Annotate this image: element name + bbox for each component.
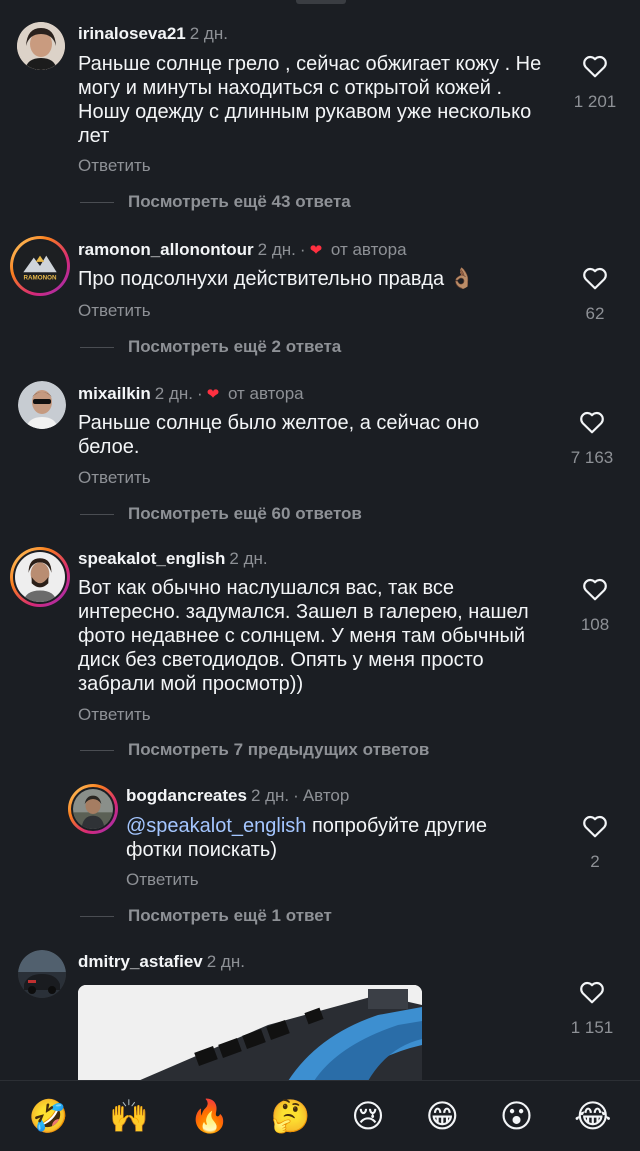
avatar-image — [15, 552, 65, 602]
like-area: 1 151 — [562, 980, 622, 1038]
like-count: 7 163 — [570, 448, 614, 467]
divider-line — [80, 201, 114, 203]
divider-line — [80, 915, 114, 917]
avatar[interactable] — [18, 950, 66, 998]
like-count: 108 — [580, 615, 610, 634]
reply-button[interactable]: Ответить — [126, 870, 199, 890]
username[interactable]: dmitry_astafiev — [78, 952, 203, 971]
heart-icon[interactable] — [579, 410, 605, 434]
reply-button[interactable]: Ответить — [78, 301, 151, 321]
like-area: 1 201 — [568, 54, 622, 112]
like-area: 108 — [568, 577, 622, 635]
fire-emoji-button[interactable]: 🔥 — [190, 1100, 230, 1132]
divider-line — [80, 513, 114, 515]
view-more-label: Посмотреть ещё 43 ответа — [128, 192, 351, 211]
reply-button[interactable]: Ответить — [78, 156, 151, 176]
avatar-image: RAMONON — [15, 241, 65, 291]
view-more-replies[interactable]: Посмотреть ещё 2 ответа — [80, 337, 341, 357]
view-more-replies[interactable]: Посмотреть ещё 60 ответов — [80, 504, 362, 524]
timestamp: 2 дн. — [206, 952, 245, 971]
like-count: 62 — [585, 304, 605, 323]
reply-button[interactable]: Ответить — [78, 705, 151, 725]
sheet-handle[interactable] — [296, 0, 346, 4]
tears-of-joy-emoji-button[interactable]: 😂 — [574, 1100, 611, 1132]
attached-photo[interactable] — [78, 985, 422, 1081]
avatar-image — [73, 789, 113, 829]
username[interactable]: mixailkin — [78, 384, 151, 403]
username[interactable]: speakalot_english — [78, 549, 225, 568]
reply-button[interactable]: Ответить — [78, 468, 151, 488]
thinking-emoji-button[interactable]: 🤔 — [271, 1100, 311, 1132]
emoji-reaction-bar: 🤣 🙌 🔥 🤔 😢 😁 😮 😂 — [0, 1080, 640, 1151]
username[interactable]: bogdancreates — [126, 786, 247, 805]
raised-hands-emoji-button[interactable]: 🙌 — [109, 1100, 149, 1132]
avatar-image — [17, 22, 65, 70]
timestamp: 2 дн. — [154, 384, 193, 403]
view-more-label: Посмотреть ещё 60 ответов — [128, 504, 362, 523]
divider-line — [80, 346, 114, 348]
like-area: 62 — [568, 266, 622, 324]
comment-text: Раньше солнце грело , сейчас обжигает ко… — [78, 53, 542, 147]
author-tag: Автор — [302, 786, 350, 805]
rolling-laughing-emoji-button[interactable]: 🤣 — [28, 1100, 68, 1132]
like-count: 2 — [590, 852, 600, 871]
heart-icon[interactable] — [582, 577, 608, 601]
view-more-replies[interactable]: Посмотреть ещё 43 ответа — [80, 192, 351, 212]
grinning-emoji-button[interactable]: 😁 — [426, 1100, 459, 1132]
router-photo — [78, 985, 422, 1081]
heart-icon[interactable] — [582, 266, 608, 290]
comment-text: Про подсолнухи действительно правда 👌🏽 — [78, 268, 475, 290]
like-area: 7 163 — [562, 410, 622, 468]
heart-icon[interactable] — [582, 814, 608, 838]
comment-text: Раньше солнце было желтое, а сейчас оно … — [78, 412, 480, 458]
heart-icon[interactable] — [582, 54, 608, 78]
author-like-heart-icon: ❤ — [309, 242, 323, 259]
avatar[interactable] — [68, 784, 118, 834]
view-previous-label: Посмотреть 7 предыдущих ответов — [128, 740, 430, 759]
username[interactable]: irinaloseva21 — [78, 24, 186, 43]
avatar[interactable] — [10, 547, 70, 607]
avatar[interactable]: RAMONON — [10, 236, 70, 296]
author-like-heart-icon: ❤ — [206, 386, 220, 403]
crying-emoji-button[interactable]: 😢 — [351, 1100, 384, 1132]
avatar[interactable] — [17, 22, 65, 70]
like-count: 1 201 — [573, 92, 617, 111]
view-more-label: Посмотреть ещё 2 ответа — [128, 337, 342, 356]
liked-by-author-label: от автора — [330, 240, 407, 259]
comment-text: Вот как обычно наслушался вас, так все и… — [78, 577, 529, 695]
divider-line — [80, 749, 114, 751]
liked-by-author-label: от автора — [227, 384, 304, 403]
username[interactable]: ramonon_allonontour — [78, 240, 254, 259]
view-more-label: Посмотреть ещё 1 ответ — [128, 906, 332, 925]
mention-link[interactable]: @speakalot_english — [126, 815, 306, 837]
surprised-emoji-button[interactable]: 😮 — [500, 1100, 533, 1132]
view-previous-replies[interactable]: Посмотреть 7 предыдущих ответов — [80, 740, 429, 760]
view-more-replies[interactable]: Посмотреть ещё 1 ответ — [80, 906, 332, 926]
heart-icon[interactable] — [579, 980, 605, 1004]
avatar[interactable] — [18, 381, 66, 429]
like-area: 2 — [568, 814, 622, 872]
avatar-image — [18, 381, 66, 429]
avatar-image — [18, 950, 66, 998]
avatar-logo-text: RAMONON — [24, 275, 57, 282]
timestamp: 2 дн. — [189, 24, 228, 43]
timestamp: 2 дн. — [229, 549, 268, 568]
reply-text: @speakalot_english попробуйте другие фот… — [126, 814, 546, 862]
timestamp: 2 дн. — [250, 786, 290, 805]
timestamp: 2 дн. — [257, 240, 296, 259]
like-count: 1 151 — [570, 1018, 614, 1037]
comments-sheet: irinaloseva21 2 дн. Раньше солнце грело ,… — [0, 0, 640, 1151]
